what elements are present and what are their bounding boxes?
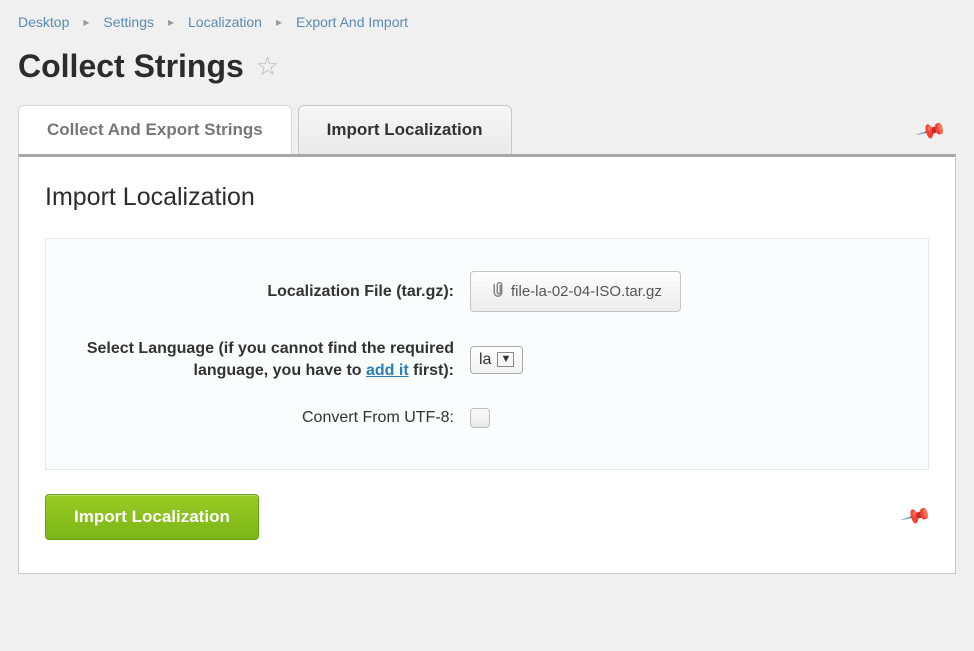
tabs: Collect And Export Strings Import Locali… [18,105,956,154]
row-localization-file: Localization File (tar.gz): file-la-02-0… [70,271,904,312]
page-header: Collect Strings ☆ [0,38,974,105]
label-select-language: Select Language (if you cannot find the … [70,338,470,381]
chevron-down-icon: ▼ [497,352,514,367]
breadcrumb-item-localization[interactable]: Localization [188,14,262,30]
file-upload-button[interactable]: file-la-02-04-ISO.tar.gz [470,271,681,312]
form-container: Localization File (tar.gz): file-la-02-0… [45,238,929,470]
label-convert-utf8: Convert From UTF-8: [70,407,470,429]
label-localization-file: Localization File (tar.gz): [70,281,470,303]
breadcrumb-item-export-import[interactable]: Export And Import [296,14,408,30]
breadcrumb-item-desktop[interactable]: Desktop [18,14,69,30]
breadcrumb: Desktop ▸ Settings ▸ Localization ▸ Expo… [0,0,974,38]
breadcrumb-separator-icon: ▸ [276,15,282,29]
row-convert-utf8: Convert From UTF-8: [70,407,904,429]
tab-import-localization[interactable]: Import Localization [298,105,512,154]
language-select[interactable]: la ▼ [470,346,523,374]
file-name: file-la-02-04-ISO.tar.gz [511,283,662,300]
convert-utf8-checkbox[interactable] [470,408,490,428]
breadcrumb-separator-icon: ▸ [83,15,89,29]
panel-heading: Import Localization [45,183,929,212]
breadcrumb-separator-icon: ▸ [168,15,174,29]
row-select-language: Select Language (if you cannot find the … [70,338,904,381]
import-localization-button[interactable]: Import Localization [45,494,259,540]
language-select-value: la [479,351,491,369]
attachment-icon [489,281,503,302]
page-title: Collect Strings [18,48,244,85]
panel-import-localization: Import Localization Localization File (t… [18,154,956,574]
pin-icon[interactable]: 📌 [900,500,934,534]
breadcrumb-item-settings[interactable]: Settings [103,14,154,30]
add-language-link[interactable]: add it [366,362,409,379]
tab-collect-export[interactable]: Collect And Export Strings [18,105,292,154]
favorite-star-icon[interactable]: ☆ [256,51,279,82]
